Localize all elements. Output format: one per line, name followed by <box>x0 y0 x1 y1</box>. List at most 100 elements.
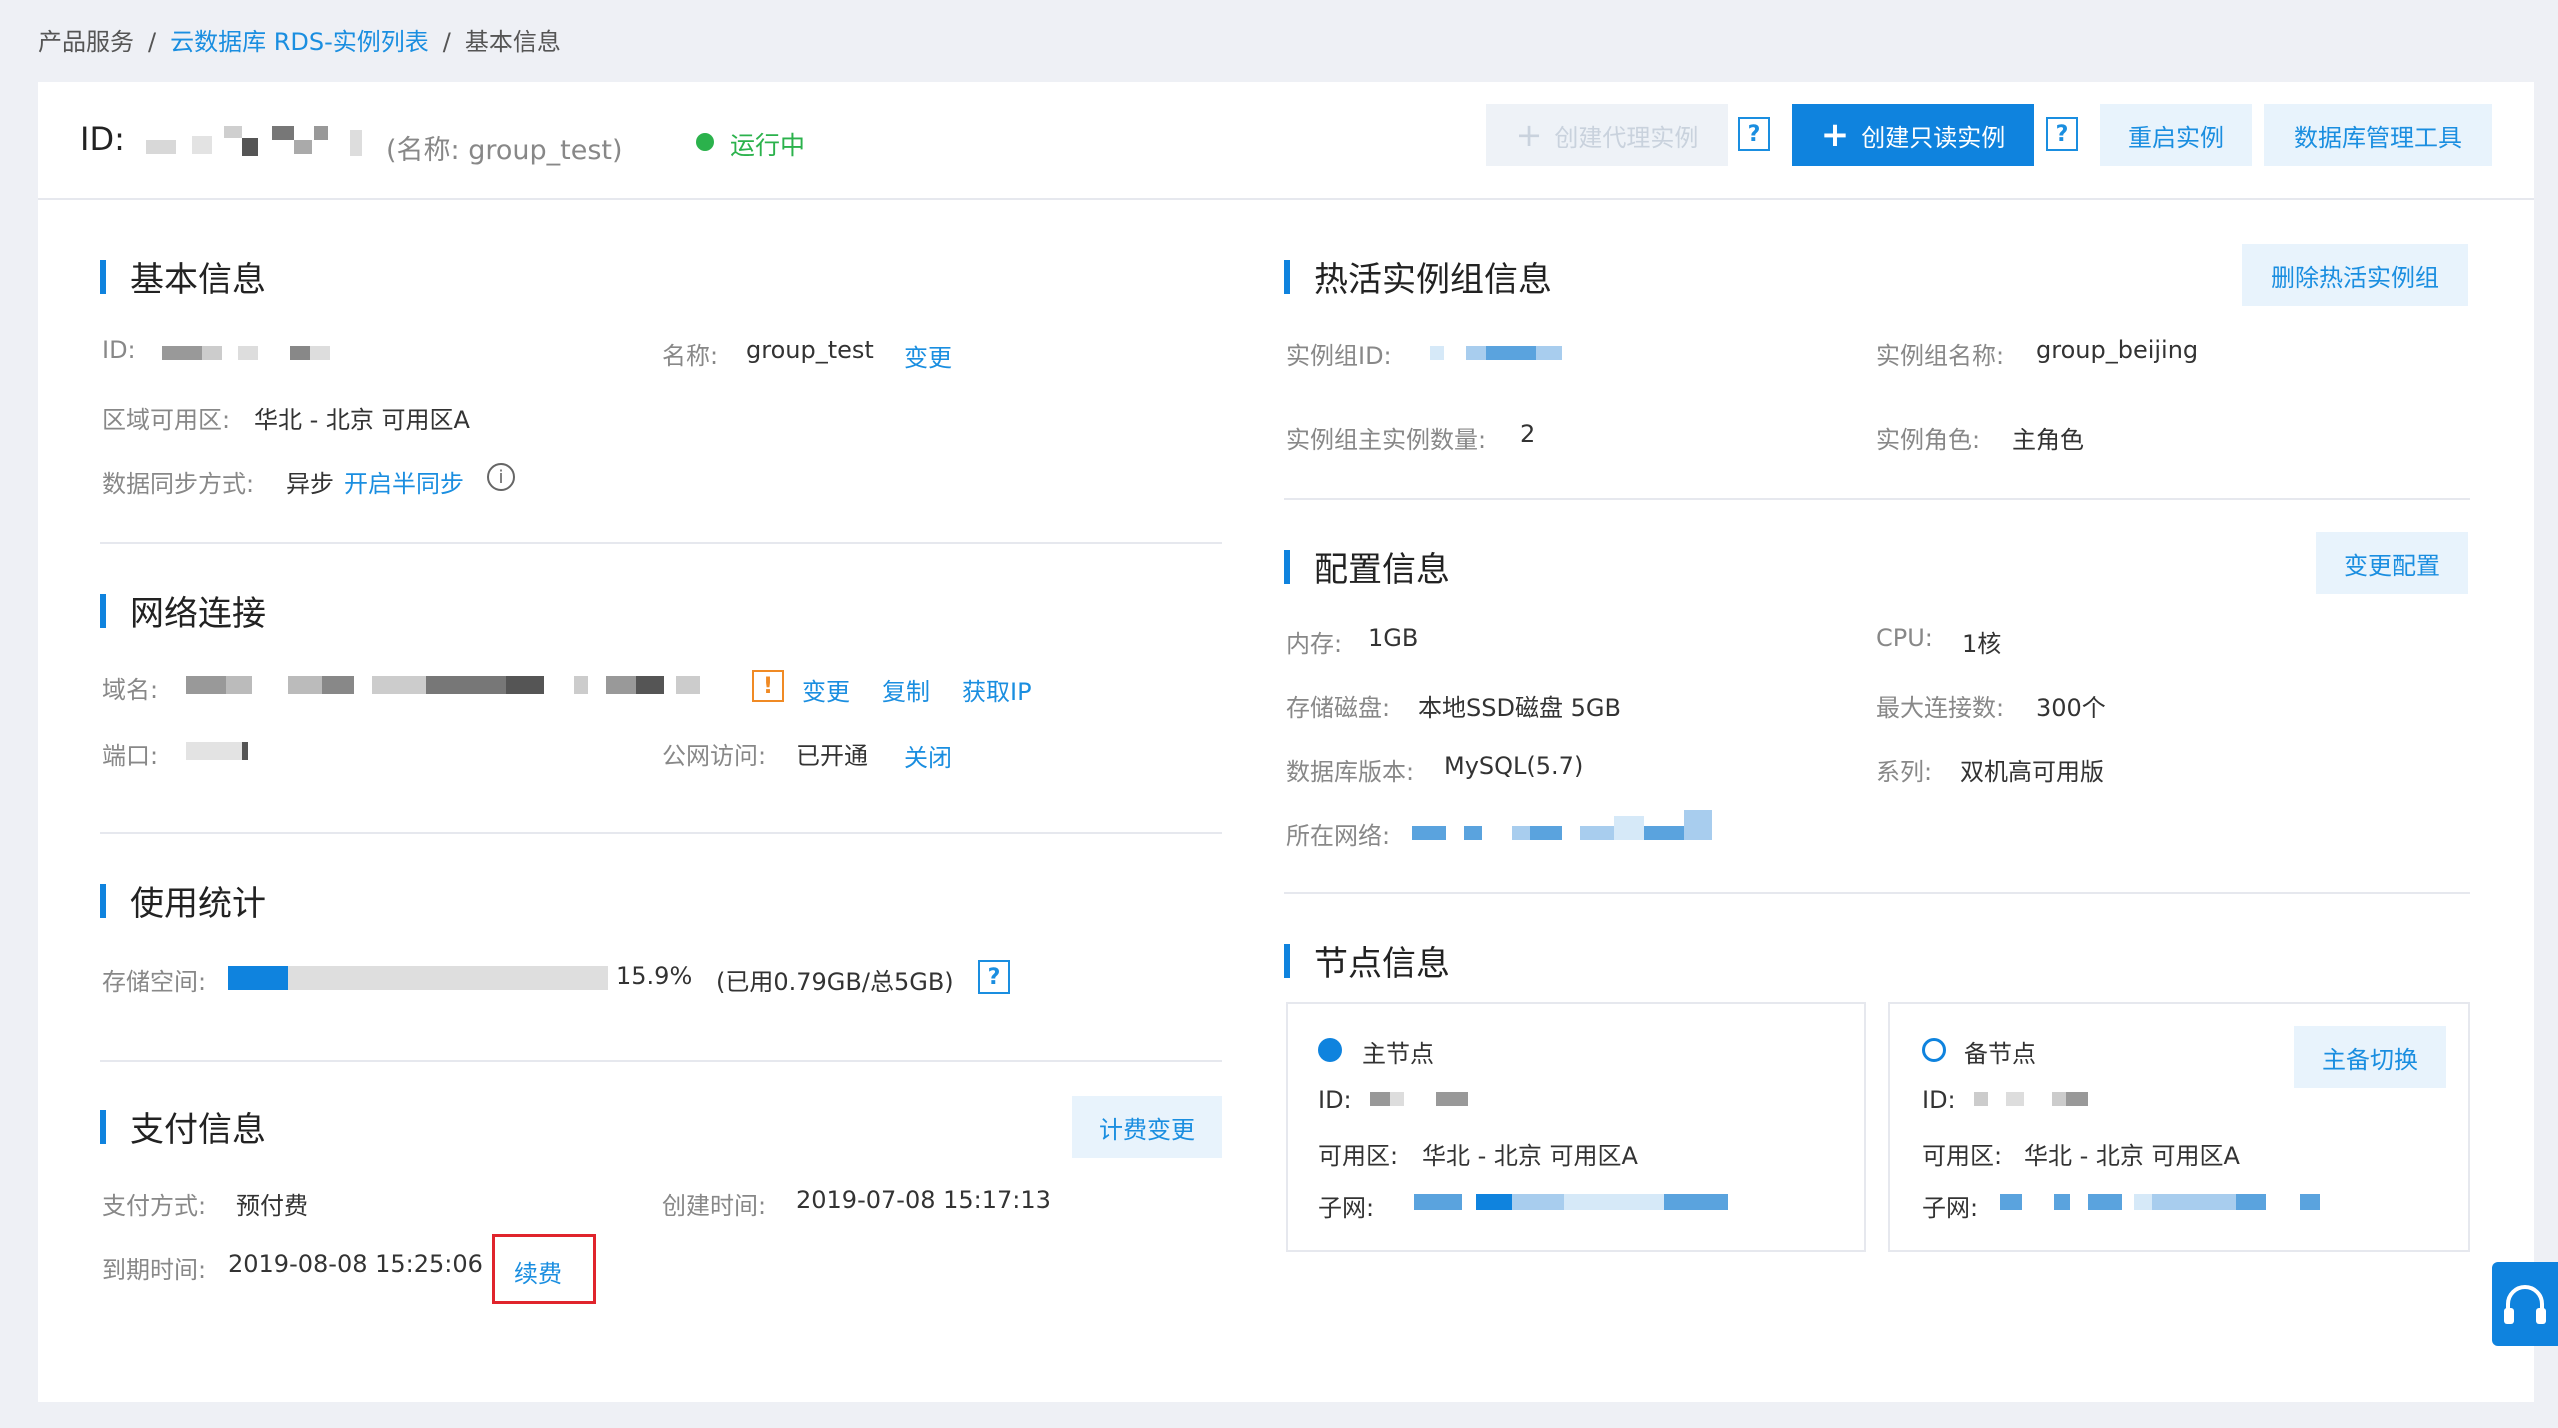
create-proxy-instance-button[interactable]: + 创建代理实例 <box>1486 104 1728 166</box>
master-node-subnet-label: 子网: <box>1318 1194 1375 1222</box>
basic-info-title: 基本信息 <box>100 252 266 301</box>
cpu-label: CPU: <box>1876 624 1933 652</box>
public-access-label: 公网访问: <box>662 742 767 770</box>
headset-icon <box>2504 1285 2546 1324</box>
basic-id-label: ID: <box>102 336 136 364</box>
section-bar <box>1284 549 1290 584</box>
section-divider <box>100 542 1222 544</box>
instance-role-label: 实例角色: <box>1876 426 1981 454</box>
network-location-value-masked <box>1412 810 1722 842</box>
master-node-zone-value: 华北 - 北京 可用区A <box>1422 1142 1638 1170</box>
expire-time-label: 到期时间: <box>102 1256 207 1284</box>
help-readonly-icon[interactable]: ? <box>2046 117 2078 151</box>
section-bar <box>100 259 106 294</box>
help-storage-icon[interactable]: ? <box>978 960 1010 994</box>
breadcrumb-product-services[interactable]: 产品服务 <box>38 28 134 56</box>
instance-id-label: ID: <box>80 120 125 158</box>
floating-support-button[interactable] <box>2492 1262 2558 1346</box>
usage-title-text: 使用统计 <box>130 884 266 924</box>
basic-id-value-masked <box>162 344 342 362</box>
status-text: 运行中 <box>730 131 806 160</box>
create-readonly-instance-button[interactable]: + 创建只读实例 <box>1792 104 2034 166</box>
created-time-label: 创建时间: <box>662 1192 767 1220</box>
master-node-subnet-value-masked <box>1414 1192 1734 1214</box>
config-title-text: 配置信息 <box>1314 550 1450 590</box>
created-time-value: 2019-07-08 15:17:13 <box>796 1186 1051 1214</box>
help-proxy-icon[interactable]: ? <box>1738 117 1770 151</box>
master-node-id-label: ID: <box>1318 1086 1352 1114</box>
get-ip-link[interactable]: 获取IP <box>962 672 1032 707</box>
renew-link[interactable]: 续费 <box>514 1254 562 1289</box>
section-divider <box>1284 498 2470 500</box>
master-count-label: 实例组主实例数量: <box>1286 426 1487 454</box>
restart-instance-button[interactable]: 重启实例 <box>2100 104 2252 166</box>
master-node-zone-label: 可用区: <box>1318 1142 1399 1170</box>
series-label: 系列: <box>1876 758 1933 786</box>
billing-change-button[interactable]: 计费变更 <box>1072 1096 1222 1158</box>
network-title: 网络连接 <box>100 586 266 635</box>
breadcrumb-separator: / <box>442 28 451 56</box>
zone-label: 区域可用区: <box>102 406 231 434</box>
disk-value: 本地SSD磁盘 5GB <box>1418 694 1621 722</box>
change-domain-link[interactable]: 变更 <box>802 672 850 707</box>
copy-domain-link[interactable]: 复制 <box>882 672 930 707</box>
enable-semi-sync-link[interactable]: 开启半同步 <box>344 464 464 499</box>
expire-time-value: 2019-08-08 15:25:06 <box>228 1250 483 1278</box>
storage-progress-bar <box>228 966 608 990</box>
memory-label: 内存: <box>1286 630 1343 658</box>
storage-percent: 15.9% <box>616 962 693 990</box>
slave-node-id-label: ID: <box>1922 1086 1956 1114</box>
plus-icon: + <box>1515 116 1543 154</box>
payment-method-label: 支付方式: <box>102 1192 207 1220</box>
create-readonly-instance-label: 创建只读实例 <box>1861 123 2006 152</box>
instance-id-value-masked <box>146 126 366 158</box>
max-connections-value: 300个 <box>2036 694 2106 722</box>
hot-group-title-text: 热活实例组信息 <box>1314 260 1552 300</box>
sync-mode-label: 数据同步方式: <box>102 470 255 498</box>
master-node-id-value-masked <box>1370 1092 1470 1108</box>
max-connections-label: 最大连接数: <box>1876 694 2005 722</box>
sync-mode-value: 异步 <box>286 470 334 498</box>
slave-node-subnet-value-masked <box>2000 1192 2330 1214</box>
master-count-value: 2 <box>1520 420 1536 448</box>
instance-role-value: 主角色 <box>2012 426 2084 454</box>
breadcrumb: 产品服务 / 云数据库 RDS-实例列表 / 基本信息 <box>38 22 561 57</box>
domain-label: 域名: <box>102 676 159 704</box>
group-name-value: group_beijing <box>2036 336 2199 364</box>
instance-name-text: (名称: group_test) <box>386 135 623 166</box>
payment-title-text: 支付信息 <box>130 1110 266 1150</box>
usage-title: 使用统计 <box>100 876 266 925</box>
slave-node-name: 备节点 <box>1964 1040 2036 1068</box>
slave-node-empty-circle-icon <box>1922 1038 1946 1062</box>
master-node-filled-circle-icon <box>1318 1038 1342 1062</box>
master-node-name: 主节点 <box>1362 1040 1434 1068</box>
info-icon[interactable]: i <box>487 463 515 491</box>
slave-node-id-value-masked <box>1974 1092 2094 1108</box>
port-value-masked <box>186 742 250 760</box>
payment-title: 支付信息 <box>100 1102 266 1151</box>
change-name-link[interactable]: 变更 <box>904 338 952 373</box>
section-divider <box>1284 892 2470 894</box>
config-title: 配置信息 <box>1284 542 1450 591</box>
nodes-title-text: 节点信息 <box>1314 944 1450 984</box>
port-label: 端口: <box>102 742 159 770</box>
close-public-access-link[interactable]: 关闭 <box>904 738 952 773</box>
master-slave-switch-button[interactable]: 主备切换 <box>2294 1026 2446 1088</box>
breadcrumb-rds-instance-list[interactable]: 云数据库 RDS-实例列表 <box>170 28 429 56</box>
basic-name-label: 名称: <box>662 342 719 370</box>
payment-method-value: 预付费 <box>236 1192 308 1220</box>
delete-hot-group-button[interactable]: 删除热活实例组 <box>2242 244 2468 306</box>
memory-value: 1GB <box>1368 624 1419 652</box>
network-location-label: 所在网络: <box>1286 822 1391 850</box>
change-config-button[interactable]: 变更配置 <box>2316 532 2468 594</box>
group-id-label: 实例组ID: <box>1286 342 1392 370</box>
section-bar <box>1284 943 1290 978</box>
db-version-value: MySQL(5.7) <box>1444 752 1584 780</box>
basic-info-title-text: 基本信息 <box>130 260 266 300</box>
section-bar <box>100 593 106 628</box>
domain-value-masked <box>186 676 716 694</box>
warning-icon[interactable]: ! <box>752 670 784 702</box>
database-management-tool-button[interactable]: 数据库管理工具 <box>2264 104 2492 166</box>
slave-node-zone-value: 华北 - 北京 可用区A <box>2024 1142 2240 1170</box>
series-value: 双机高可用版 <box>1960 758 2104 786</box>
